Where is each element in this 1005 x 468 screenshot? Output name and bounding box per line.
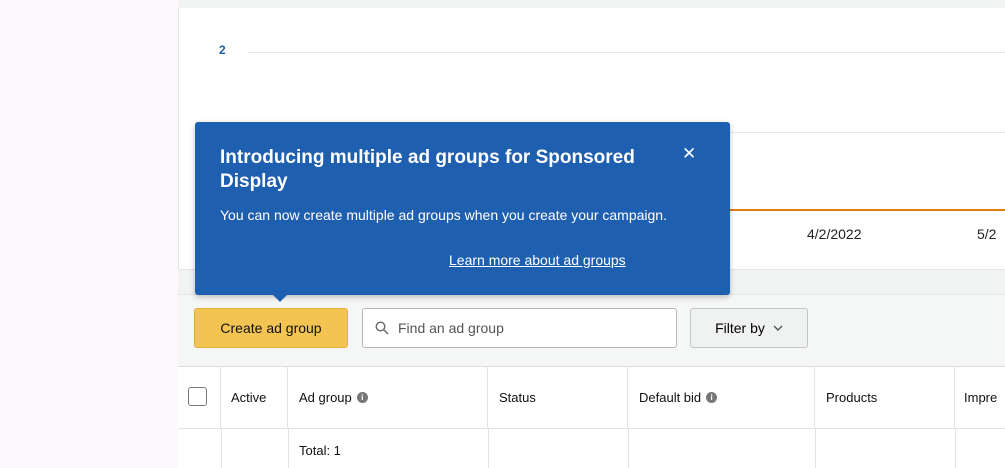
search-icon xyxy=(375,321,389,335)
column-label: Default bid xyxy=(639,389,702,405)
filter-by-button[interactable]: Filter by xyxy=(690,308,808,348)
info-icon[interactable]: i xyxy=(356,391,368,403)
campaign-page: 2 4/2/2022 5/2 Create ad group Filter by… xyxy=(0,0,1005,468)
column-header-status[interactable]: Status xyxy=(488,366,628,428)
search-input[interactable] xyxy=(398,320,658,336)
chart-y-tick: 2 xyxy=(219,43,226,57)
chart-series-line xyxy=(700,209,1005,211)
close-icon[interactable]: ✕ xyxy=(682,144,696,164)
chart-gridline-mid xyxy=(730,132,1005,133)
column-label: Products xyxy=(826,389,878,405)
table-row-divider xyxy=(221,428,222,468)
chevron-down-icon xyxy=(773,325,783,331)
chart-gridline-top xyxy=(248,52,1005,53)
chart-x-tick-2: 5/2 xyxy=(977,226,997,242)
column-label: Status xyxy=(499,389,536,405)
column-header-selector xyxy=(178,366,221,428)
column-header-impressions[interactable]: Impre xyxy=(955,366,1005,428)
column-label: Active xyxy=(231,389,267,405)
popover-title: Introducing multiple ad groups for Spons… xyxy=(220,147,635,192)
popover-body: You can now create multiple ad groups wh… xyxy=(220,207,667,223)
table-row-divider xyxy=(288,428,289,468)
ad-group-search[interactable] xyxy=(362,308,677,348)
column-label: Impre xyxy=(964,389,998,405)
column-header-ad-group[interactable]: Ad group i xyxy=(288,366,488,428)
column-header-default-bid[interactable]: Default bid i xyxy=(628,366,815,428)
info-icon[interactable]: i xyxy=(706,391,718,403)
feature-popover: Introducing multiple ad groups for Spons… xyxy=(195,122,730,295)
column-header-active[interactable]: Active xyxy=(221,366,288,428)
total-label: Total: 1 xyxy=(299,443,341,458)
column-label: Ad group xyxy=(299,389,352,405)
filter-label: Filter by xyxy=(715,320,765,336)
table-row-divider xyxy=(488,428,489,468)
learn-more-link[interactable]: Learn more about ad groups xyxy=(449,252,626,268)
table-row-divider xyxy=(815,428,816,468)
popover-pointer xyxy=(272,294,288,302)
table-row-divider xyxy=(628,428,629,468)
column-header-products[interactable]: Products xyxy=(815,366,955,428)
table-row-divider xyxy=(955,428,956,468)
create-ad-group-button[interactable]: Create ad group xyxy=(194,308,348,348)
left-rail xyxy=(0,0,178,468)
chart-x-tick-1: 4/2/2022 xyxy=(807,226,862,242)
